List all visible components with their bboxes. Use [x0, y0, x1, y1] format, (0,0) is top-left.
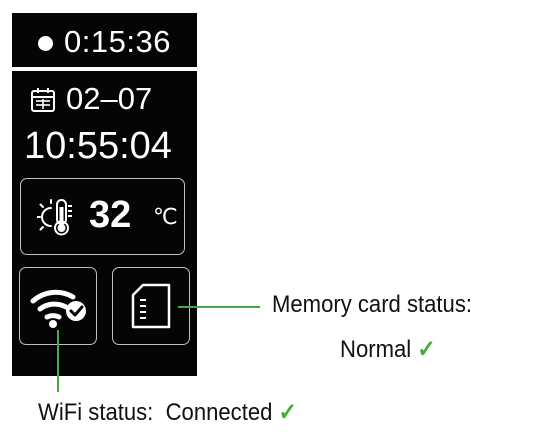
wifi-callout-line [57, 330, 59, 392]
date-text: 02–07 [66, 81, 153, 116]
check-icon: ✓ [417, 336, 436, 363]
calendar-icon [31, 88, 55, 112]
device-screen: 0:15:36 02–07 10:55:04 32 ℃ [12, 13, 197, 376]
memory-card-status-label: Memory card status: [272, 291, 473, 318]
wifi-status-callout: WiFi status: Connected ✓ [38, 398, 297, 428]
sd-card-icon [131, 283, 171, 329]
recording-time: 0:15:36 [64, 24, 171, 59]
date-row: 02–07 [12, 77, 197, 121]
clock-text: 10:55:04 [24, 125, 172, 167]
temperature-unit: ℃ [153, 204, 178, 229]
temperature-panel: 32 ℃ [20, 178, 185, 255]
temperature-value: 32 [89, 194, 132, 236]
check-icon: ✓ [278, 399, 298, 426]
divider [12, 67, 197, 71]
wifi-status-label: WiFi status: [38, 399, 154, 426]
wifi-connected-icon [30, 289, 86, 328]
recording-row: 0:15:36 [12, 13, 197, 68]
memory-card-status-text: Normal [340, 336, 412, 363]
thermometer-sun-icon [37, 199, 72, 236]
record-dot-icon [38, 36, 53, 51]
memory-card-status-value: Normal ✓ [340, 335, 436, 365]
memory-card-callout-line [178, 306, 260, 308]
wifi-status-value: Connected [165, 399, 273, 426]
